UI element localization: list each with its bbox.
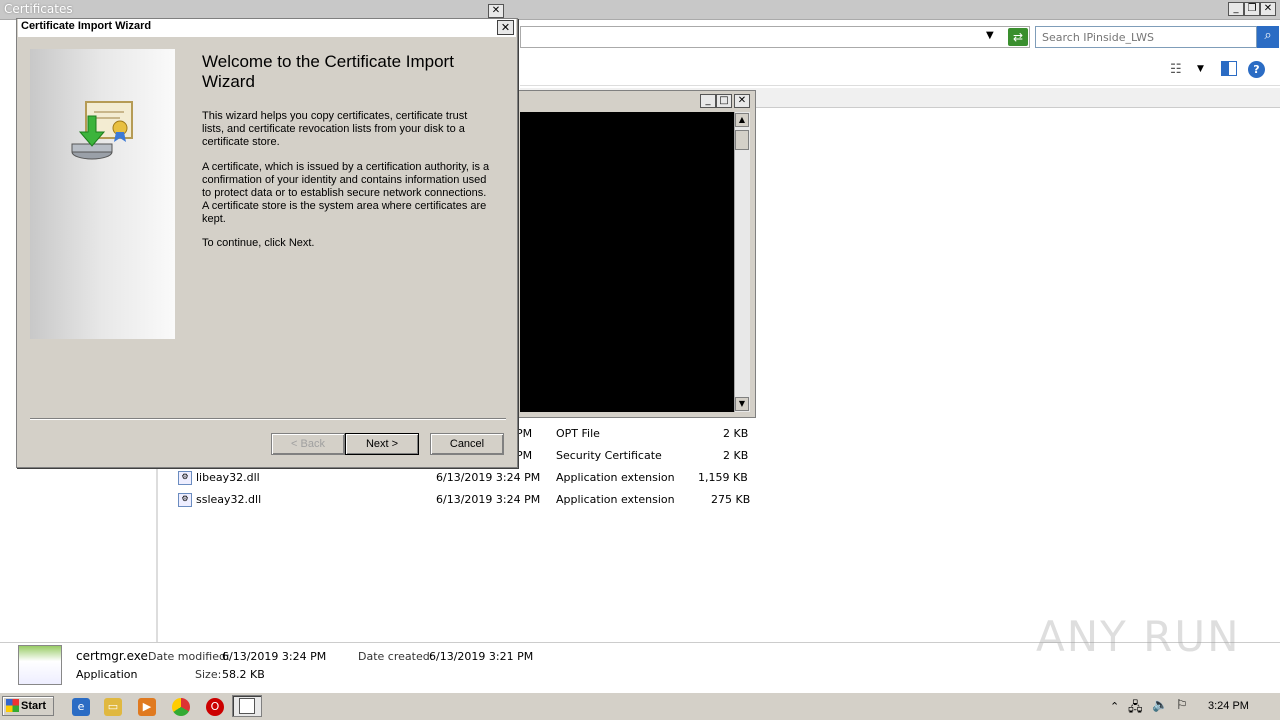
chevron-up-icon[interactable]: ⌃ xyxy=(1110,700,1119,713)
details-created-value: 6/13/2019 3:21 PM xyxy=(429,650,534,663)
file-name: ssleay32.dll xyxy=(196,493,262,506)
file-row[interactable]: ⚙ libeay32.dll 6/13/2019 3:24 PM Applica… xyxy=(178,468,758,488)
file-date: PM xyxy=(516,449,533,462)
view-options-icon[interactable]: ☷ xyxy=(1170,62,1182,77)
watermark-logo: ANY RUN xyxy=(1036,612,1241,661)
address-bar[interactable] xyxy=(520,26,1030,48)
details-created-label: Date created: xyxy=(358,650,434,663)
chrome-icon[interactable] xyxy=(172,698,190,716)
start-label: Start xyxy=(21,700,47,712)
internet-explorer-icon[interactable]: e xyxy=(72,698,90,716)
refresh-icon[interactable]: ⇄ xyxy=(1008,28,1028,46)
scroll-thumb[interactable] xyxy=(735,130,749,150)
dll-file-icon: ⚙ xyxy=(178,493,192,507)
volume-icon[interactable]: 🔈 xyxy=(1152,698,1168,713)
application-icon xyxy=(18,645,62,685)
explorer-title: Certificates xyxy=(4,2,73,16)
scroll-down-icon[interactable]: ▼ xyxy=(735,397,749,411)
file-date: 6/13/2019 3:24 PM xyxy=(436,471,541,484)
cancel-button[interactable]: Cancel xyxy=(430,433,504,455)
scroll-up-icon[interactable]: ▲ xyxy=(735,113,749,127)
search-input[interactable] xyxy=(1035,26,1257,48)
next-button[interactable]: Next > xyxy=(345,433,419,455)
toolbar xyxy=(520,54,1280,86)
file-type: Application extension xyxy=(556,493,675,506)
windows-logo-icon xyxy=(6,699,19,712)
close-icon[interactable]: ✕ xyxy=(488,4,504,18)
close-icon[interactable]: ✕ xyxy=(1260,2,1276,16)
wizard-instruction-text: To continue, click Next. xyxy=(202,237,315,249)
maximize-icon[interactable]: □ xyxy=(716,94,732,108)
preview-pane-icon[interactable] xyxy=(1221,61,1237,76)
media-player-icon[interactable]: ▶ xyxy=(138,698,156,716)
details-filename: certmgr.exe xyxy=(76,649,148,663)
file-name: libeay32.dll xyxy=(196,471,260,484)
chevron-down-icon[interactable]: ▼ xyxy=(986,30,994,41)
clock[interactable]: 3:24 PM xyxy=(1208,700,1249,712)
minimize-icon[interactable]: _ xyxy=(700,94,716,108)
restore-icon[interactable]: ❐ xyxy=(1244,2,1260,16)
certmgr-icon xyxy=(239,698,255,714)
wizard-side-panel xyxy=(30,49,175,339)
network-icon[interactable]: 🖧 xyxy=(1128,698,1143,720)
file-size: 1,159 KB xyxy=(698,471,748,484)
scrollbar[interactable] xyxy=(734,112,750,412)
file-row[interactable]: ⚙ ssleay32.dll 6/13/2019 3:24 PM Applica… xyxy=(178,490,758,510)
file-size: 2 KB xyxy=(723,449,749,462)
file-size: 2 KB xyxy=(723,427,749,440)
help-icon[interactable]: ? xyxy=(1248,61,1265,78)
taskbar xyxy=(0,692,1280,720)
file-size: 275 KB xyxy=(711,493,751,506)
wizard-description-text: A certificate, which is issued by a cert… xyxy=(202,161,490,225)
wizard-heading: Welcome to the Certificate Import Wizard xyxy=(202,52,454,91)
wizard-intro-text: This wizard helps you copy certificates,… xyxy=(202,110,468,148)
console-output[interactable] xyxy=(520,112,734,412)
minimize-icon[interactable]: _ xyxy=(1228,2,1244,16)
chevron-down-icon[interactable]: ▼ xyxy=(1197,64,1204,74)
file-date: 6/13/2019 3:24 PM xyxy=(436,493,541,506)
close-icon[interactable]: ✕ xyxy=(497,20,514,35)
file-type: Application extension xyxy=(556,471,675,484)
start-button[interactable]: Start xyxy=(2,696,54,716)
explorer-titlebar xyxy=(0,0,1280,20)
file-type: OPT File xyxy=(556,427,600,440)
details-modified-label: Date modified: xyxy=(148,650,230,663)
certificate-import-icon xyxy=(70,98,136,164)
details-size-value: 58.2 KB xyxy=(222,668,265,681)
file-date: PM xyxy=(516,427,533,440)
close-icon[interactable]: ✕ xyxy=(734,94,750,108)
wizard-title: Certificate Import Wizard xyxy=(21,20,152,32)
back-button[interactable]: < Back xyxy=(271,433,345,455)
folder-icon[interactable]: ▭ xyxy=(104,698,122,716)
taskbar-active-window[interactable] xyxy=(232,695,262,717)
dll-file-icon: ⚙ xyxy=(178,471,192,485)
file-type: Security Certificate xyxy=(556,449,662,462)
details-kind: Application xyxy=(76,668,138,681)
details-size-label: Size: xyxy=(195,668,222,681)
opera-icon[interactable]: O xyxy=(206,698,224,716)
search-icon[interactable]: ⌕ xyxy=(1257,26,1279,48)
divider xyxy=(30,418,506,420)
flag-icon[interactable]: ⚐ xyxy=(1176,698,1188,713)
details-modified-value: 6/13/2019 3:24 PM xyxy=(222,650,327,663)
